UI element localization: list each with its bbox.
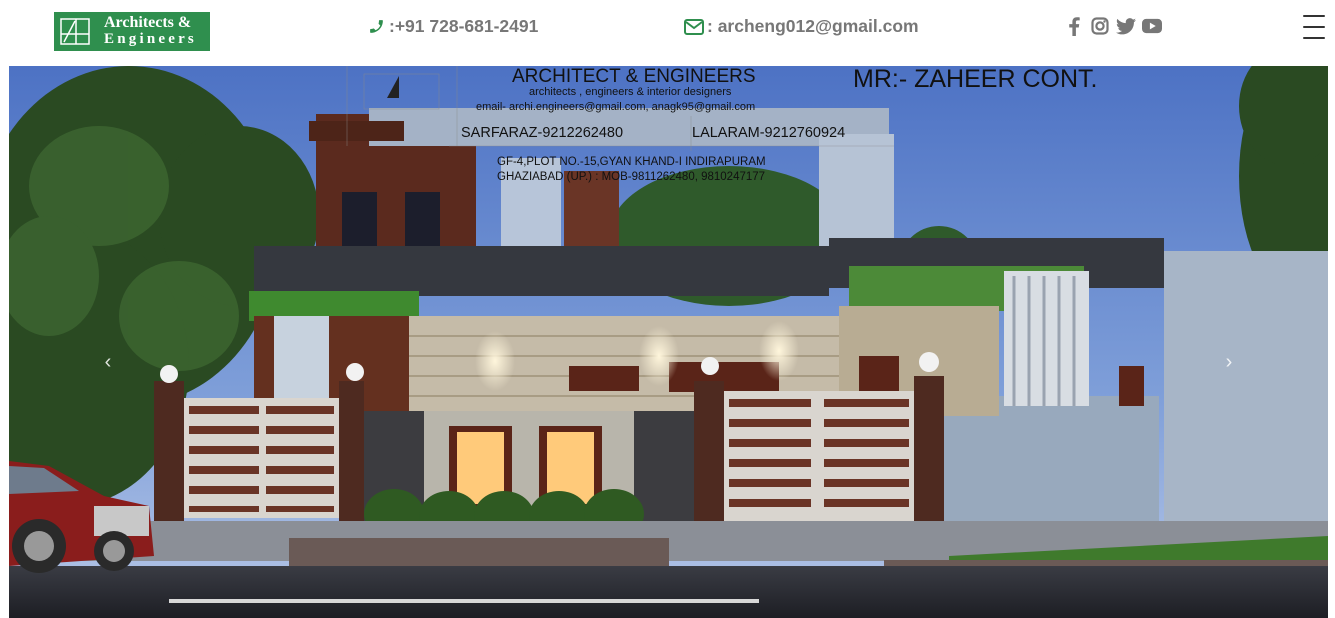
- site-header: Architects & Engineers :+91 728-681-2491…: [0, 0, 1335, 60]
- logo[interactable]: Architects & Engineers: [54, 12, 210, 51]
- phone-number: :+91 728-681-2491: [389, 16, 539, 36]
- drawing-subtitle: architects , engineers & interior design…: [529, 86, 732, 98]
- hero-slider: ARCHITECT & ENGINEERS MR:- ZAHEER CONT. …: [9, 66, 1328, 618]
- email-contact[interactable]: : archeng012@gmail.com: [684, 16, 919, 37]
- logo-text-line2: Engineers: [104, 31, 197, 47]
- drawing-title: ARCHITECT & ENGINEERS: [512, 66, 756, 87]
- email-address: : archeng012@gmail.com: [707, 16, 919, 36]
- drawing-client: MR:- ZAHEER CONT.: [853, 66, 1098, 93]
- logo-mark-icon: [60, 18, 90, 45]
- house-rendering-image: [9, 66, 1328, 618]
- twitter-icon[interactable]: [1116, 16, 1136, 36]
- drawing-address-2: GHAZIABAD (UP.) : MOB-9811262480, 981024…: [497, 171, 766, 183]
- slider-prev-button[interactable]: ‹: [93, 350, 123, 374]
- hamburger-menu-icon[interactable]: [1303, 15, 1325, 39]
- youtube-icon[interactable]: [1142, 16, 1162, 36]
- logo-text-line1: Architects &: [104, 14, 192, 31]
- slider-next-button[interactable]: ›: [1214, 350, 1244, 374]
- drawing-contact-1: SARFARAZ-9212262480: [461, 125, 624, 141]
- drawing-address-1: GF-4,PLOT NO.-15,GYAN KHAND-I INDIRAPURA…: [497, 156, 766, 168]
- phone-icon: [366, 17, 386, 37]
- drawing-contact-2: LALARAM-9212760924: [692, 125, 846, 141]
- phone-contact[interactable]: :+91 728-681-2491: [366, 16, 538, 37]
- facebook-icon[interactable]: [1064, 16, 1084, 36]
- instagram-icon[interactable]: [1090, 16, 1110, 36]
- drawing-email-line: email- archi.engineers@gmail.com, anagk9…: [476, 101, 756, 113]
- social-links: [1064, 16, 1162, 36]
- envelope-icon: [684, 17, 704, 37]
